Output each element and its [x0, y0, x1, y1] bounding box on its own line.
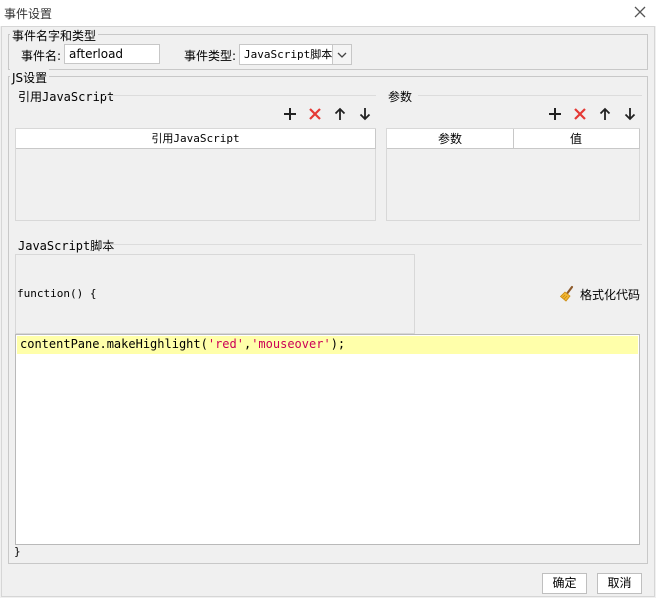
- params-separator: [418, 95, 642, 96]
- delete-param-x-icon[interactable]: [572, 106, 588, 122]
- function-open-text: function() {: [17, 287, 97, 300]
- add-param-plus-icon[interactable]: [547, 106, 563, 122]
- code-end: );: [330, 337, 346, 351]
- ref-js-column-header[interactable]: 引用JavaScript: [16, 129, 376, 149]
- params-table-header: 参数 值: [387, 129, 640, 149]
- format-code-label: 格式化代码: [580, 287, 641, 302]
- ok-button[interactable]: 确定: [542, 573, 587, 594]
- move-ref-up-arrow-icon[interactable]: [332, 106, 348, 122]
- event-group-legend: 事件名字和类型: [10, 27, 99, 44]
- code-method: contentPane.makeHighlight(: [20, 337, 208, 351]
- js-script-separator: [104, 244, 642, 245]
- function-close-text: }: [14, 545, 21, 558]
- js-script-label: JavaScript脚本: [18, 239, 115, 253]
- event-name-input[interactable]: afterload: [64, 44, 160, 64]
- params-table: 参数 值: [386, 128, 640, 221]
- event-type-value: JavaScript脚本: [244, 48, 333, 61]
- format-code-button[interactable]: 格式化代码: [559, 285, 640, 303]
- title-bar: 事件设置: [0, 0, 656, 26]
- ref-js-label: 引用JavaScript: [18, 90, 115, 104]
- event-type-label: 事件类型:: [184, 49, 237, 63]
- params-label: 参数: [388, 90, 413, 104]
- broom-icon: [559, 285, 574, 302]
- code-line-1[interactable]: contentPane.makeHighlight('red','mouseov…: [17, 336, 638, 354]
- code-string-red: 'red': [207, 337, 244, 351]
- cancel-button[interactable]: 取消: [597, 573, 642, 594]
- event-type-select[interactable]: JavaScript脚本: [239, 44, 352, 65]
- move-param-down-arrow-icon[interactable]: [622, 106, 638, 122]
- code-editor[interactable]: contentPane.makeHighlight('red','mouseov…: [15, 334, 640, 545]
- ref-js-table-header: 引用JavaScript: [16, 129, 376, 149]
- delete-ref-x-icon[interactable]: [307, 106, 323, 122]
- code-string-mouseover: 'mouseover': [251, 337, 331, 351]
- close-icon[interactable]: [632, 4, 648, 20]
- add-ref-plus-icon[interactable]: [282, 106, 298, 122]
- ref-js-table: 引用JavaScript: [15, 128, 376, 221]
- param-name-column-header[interactable]: 参数: [387, 129, 514, 149]
- js-group-legend: JS设置: [10, 69, 50, 86]
- param-value-column-header[interactable]: 值: [513, 129, 640, 149]
- move-param-up-arrow-icon[interactable]: [597, 106, 613, 122]
- chevron-down-icon[interactable]: [332, 45, 351, 64]
- ref-js-separator: [104, 95, 376, 96]
- move-ref-down-arrow-icon[interactable]: [357, 106, 373, 122]
- window-title: 事件设置: [4, 7, 53, 21]
- event-name-label: 事件名:: [21, 49, 62, 63]
